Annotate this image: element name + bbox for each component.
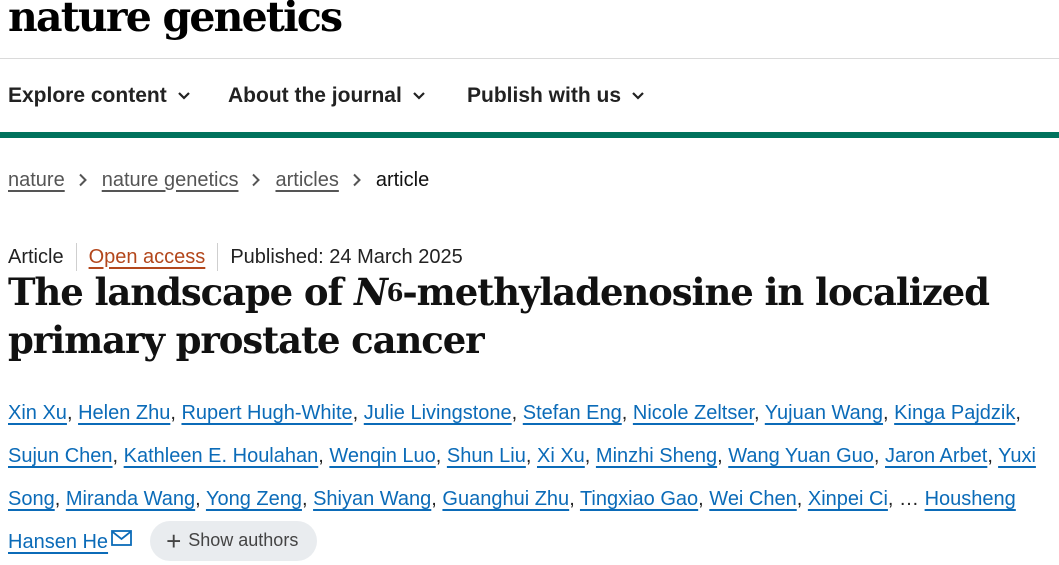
author-link[interactable]: Julie Livingstone [364,402,512,424]
author-link[interactable]: Kathleen E. Houlahan [124,445,319,467]
title-superscript: 6 [386,278,404,307]
author-link[interactable]: Stefan Eng [523,402,622,424]
article-title: The landscape of N6-methyladenosine in l… [8,268,1008,364]
author-link[interactable]: Guanghui Zhu [442,488,569,510]
author-links: Xin Xu, Helen Zhu, Rupert Hugh-White, Ju… [8,402,1036,510]
published-date: Published: 24 March 2025 [230,245,463,268]
nav-about-journal[interactable]: About the journal [228,83,426,109]
main-nav: Explore content About the journal Publis… [0,59,1059,132]
author-link[interactable]: Jaron Arbet [885,445,987,467]
author-link[interactable]: Yong Zeng [206,488,302,510]
author-link[interactable]: Minzhi Sheng [596,445,717,467]
author-link[interactable]: Yujuan Wang [765,402,883,424]
breadcrumb-link-nature-genetics[interactable]: nature genetics [102,169,239,192]
author-link[interactable]: Rupert Hugh-White [181,402,352,424]
plus-icon: + [166,525,182,556]
chevron-right-icon [353,173,361,187]
article-type: Article [8,245,64,268]
author-link[interactable]: Helen Zhu [78,402,170,424]
journal-logo[interactable]: nature genetics [8,0,343,43]
author-link[interactable]: Shiyan Wang [313,488,431,510]
nav-explore-content[interactable]: Explore content [8,83,191,109]
breadcrumb-link-articles[interactable]: articles [275,169,338,192]
chevron-right-icon [252,173,261,187]
author-link[interactable]: Xi Xu [537,445,585,467]
breadcrumb: nature nature genetics articles article [8,166,429,194]
chevron-down-icon [413,92,425,100]
breadcrumb-current: article [375,168,430,191]
breadcrumb-link-nature[interactable]: nature [8,169,65,192]
title-part-1: The landscape of [8,270,355,314]
nav-label: Publish with us [467,84,622,107]
nav-publish-with-us[interactable]: Publish with us [467,83,645,109]
author-list: Xin Xu, Helen Zhu, Rupert Hugh-White, Ju… [8,392,1038,564]
mail-icon[interactable] [111,530,132,546]
chevron-right-icon [79,173,87,187]
author-link[interactable]: Shun Liu [447,445,526,467]
author-link[interactable]: Miranda Wang [66,488,195,510]
author-link[interactable]: Kinga Pajdzik [894,402,1015,424]
nav-divider [0,132,1059,138]
author-link[interactable]: Wei Chen [709,488,796,510]
author-link[interactable]: Nicole Zeltser [633,402,754,424]
meta-divider [217,243,219,271]
meta-divider [75,243,77,271]
author-link[interactable]: Sujun Chen [8,445,113,467]
author-link[interactable]: Xinpei Ci [808,488,888,510]
journal-header: nature genetics [0,0,1059,59]
show-authors-label: Show authors [188,530,299,551]
nav-label: Explore content [8,84,167,107]
chevron-down-icon [632,92,644,100]
author-link[interactable]: Wang Yuan Guo [728,445,874,467]
chevron-down-icon [177,92,190,100]
open-access-link[interactable]: Open access [89,246,206,269]
title-italic-n: N [354,270,388,314]
author-link[interactable]: Tingxiao Gao [580,488,698,510]
author-ellipsis: … [899,488,920,510]
author-link[interactable]: Xin Xu [8,402,67,424]
nav-label: About the journal [228,84,402,107]
show-authors-button[interactable]: + Show authors [150,520,318,561]
author-link[interactable]: Wenqin Luo [329,445,435,467]
